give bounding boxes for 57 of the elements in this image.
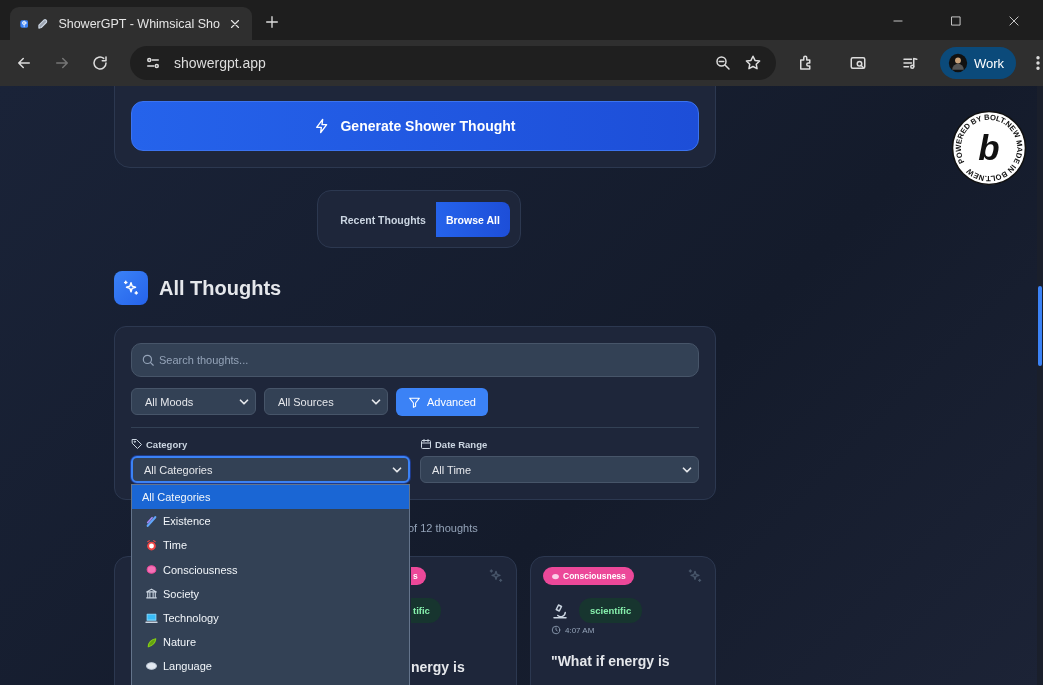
maximize-icon[interactable] <box>949 14 963 28</box>
dropdown-option[interactable]: Language <box>132 654 409 679</box>
timestamp: 4:07 AM <box>565 625 595 635</box>
avatar-icon <box>948 53 968 73</box>
profile-button[interactable]: Work <box>940 47 1017 79</box>
view-tab[interactable]: Browse All <box>435 202 510 237</box>
category-icon <box>145 563 158 577</box>
scrollbar-thumb[interactable] <box>1038 286 1042 366</box>
dropdown-option[interactable]: All Categories <box>132 485 409 510</box>
tab-title: ShowerGPT - Whimsical Sho <box>58 16 220 31</box>
category-dropdown[interactable]: All Categories <box>131 456 410 483</box>
reload-icon[interactable] <box>91 54 109 72</box>
filter-dropdown[interactable]: All Moods <box>131 388 256 415</box>
generate-button[interactable]: Generate Shower Thought <box>131 101 699 151</box>
thought-quote: "What if energy is <box>550 653 671 669</box>
mood-tag: tific <box>411 598 441 623</box>
filter-dropdown[interactable]: All Sources <box>264 388 388 415</box>
dropdown-option[interactable]: Consciousness <box>132 557 409 582</box>
dropdown-option[interactable]: Society <box>132 581 409 606</box>
browser-tab[interactable]: ShowerGPT - Whimsical Sho <box>10 7 252 40</box>
address-bar[interactable]: showergpt.app <box>130 46 776 80</box>
field-label: Date Range <box>435 438 488 450</box>
category-icon <box>145 587 158 601</box>
category-icon <box>145 611 158 625</box>
section-title: All Thoughts <box>159 276 282 300</box>
url-text: showergpt.app <box>174 55 266 71</box>
clock-icon <box>551 625 561 635</box>
zoom-out-icon[interactable] <box>714 54 732 72</box>
view-tab[interactable]: Recent Thoughts <box>330 202 436 237</box>
search-field[interactable]: Search thoughts... <box>131 343 699 377</box>
category-icon <box>145 538 158 552</box>
dropdown-option[interactable]: Existence <box>132 509 409 534</box>
filter-icon <box>408 395 421 409</box>
close-icon[interactable] <box>1007 14 1021 28</box>
advanced-button[interactable]: Advanced <box>396 388 488 416</box>
category-icon <box>145 659 158 673</box>
sparkles-icon <box>687 568 703 584</box>
category-tag: Consciousness <box>543 567 634 585</box>
thought-quote: nergy is <box>411 659 466 675</box>
mood-tag: scientific <box>579 598 643 623</box>
date-range-dropdown[interactable]: All Time <box>420 456 699 483</box>
category-tag: s <box>411 567 426 585</box>
sparkles-glyph-icon <box>122 279 140 297</box>
calendar-icon <box>420 438 432 450</box>
dropdown-option[interactable]: Technology <box>132 605 409 631</box>
tab-search-icon[interactable] <box>849 54 867 72</box>
scrollbar[interactable] <box>1037 86 1043 685</box>
dropdown-option[interactable]: Nature <box>132 630 409 655</box>
sparkles-icon <box>488 568 504 584</box>
brain-icon <box>551 571 560 581</box>
new-tab-icon[interactable] <box>264 14 280 30</box>
tag-icon <box>131 438 143 450</box>
category-icon <box>145 635 158 649</box>
star-icon[interactable] <box>744 54 762 72</box>
dropdown-option[interactable]: Time <box>132 533 409 558</box>
category-icon <box>145 514 158 528</box>
field-label: Category <box>146 438 188 450</box>
